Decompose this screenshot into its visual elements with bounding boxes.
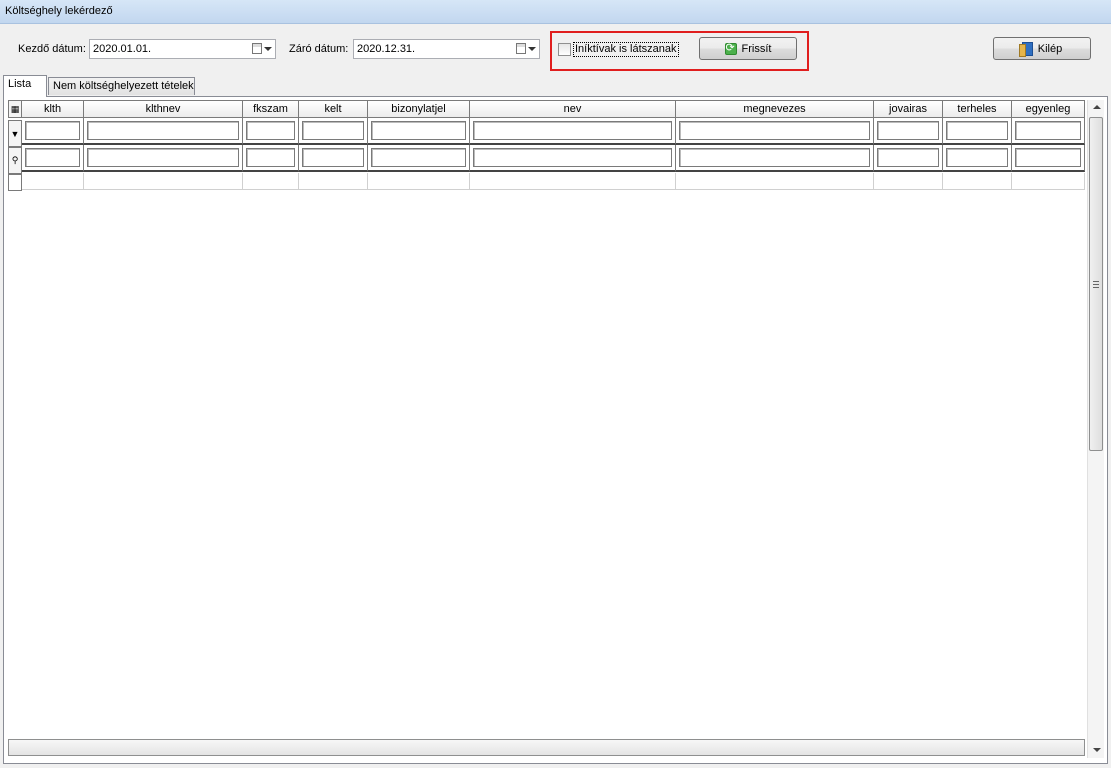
refresh-button[interactable]: Frissít bbox=[699, 37, 797, 60]
filter-input-megnevezes[interactable] bbox=[679, 121, 870, 140]
column-header-klth[interactable]: klth bbox=[22, 100, 84, 118]
column-header-kelt[interactable]: kelt bbox=[299, 100, 368, 118]
table-cell[interactable] bbox=[243, 173, 299, 190]
exit-button-label: Kilép bbox=[1037, 42, 1063, 55]
table-cell[interactable] bbox=[943, 173, 1012, 190]
tab-lista[interactable]: Lista bbox=[3, 75, 47, 97]
start-date-field[interactable]: 2020.01.01. bbox=[89, 39, 276, 59]
table-cell[interactable] bbox=[470, 173, 676, 190]
dropdown-arrow-icon bbox=[528, 47, 536, 51]
table-row[interactable] bbox=[8, 173, 1085, 190]
search-input-megnevezes[interactable] bbox=[679, 148, 870, 167]
calendar-icon bbox=[252, 43, 262, 54]
search-cell-jovairas[interactable] bbox=[874, 145, 943, 172]
filter-input-terheles[interactable] bbox=[946, 121, 1008, 140]
exit-button[interactable]: Kilép bbox=[993, 37, 1091, 60]
column-header-bizonylatjel[interactable]: bizonylatjel bbox=[368, 100, 470, 118]
dropdown-arrow-icon bbox=[264, 47, 272, 51]
column-headers: klth klthnev fkszam kelt bizonylatjel ne… bbox=[8, 100, 1085, 118]
search-cell-klth[interactable] bbox=[22, 145, 84, 172]
column-header-jovairas[interactable]: jovairas bbox=[874, 100, 943, 118]
table-cell[interactable] bbox=[368, 173, 470, 190]
filter-cell-klthnev[interactable] bbox=[84, 118, 243, 145]
scroll-up-arrow-icon[interactable] bbox=[1093, 105, 1101, 109]
search-input-klth[interactable] bbox=[25, 148, 80, 167]
start-date-label: Kezdő dátum: bbox=[18, 43, 86, 55]
tab-nem-koltseghelyezett[interactable]: Nem költséghelyezett tételek bbox=[48, 77, 195, 95]
search-input-terheles[interactable] bbox=[946, 148, 1008, 167]
end-date-value: 2020.12.31. bbox=[357, 43, 416, 55]
table-cell[interactable] bbox=[1012, 173, 1085, 190]
filter-cell-terheles[interactable] bbox=[943, 118, 1012, 145]
search-cell-egyenleg[interactable] bbox=[1012, 145, 1085, 172]
column-header-klthnev[interactable]: klthnev bbox=[84, 100, 243, 118]
search-cell-klthnev[interactable] bbox=[84, 145, 243, 172]
filter-cell-bizonylatjel[interactable] bbox=[368, 118, 470, 145]
end-date-field[interactable]: 2020.12.31. bbox=[353, 39, 540, 59]
refresh-button-label: Frissít bbox=[741, 42, 772, 55]
search-cell-nev[interactable] bbox=[470, 145, 676, 172]
filter-input-klth[interactable] bbox=[25, 121, 80, 140]
search-input-klthnev[interactable] bbox=[87, 148, 239, 167]
calendar-icon bbox=[516, 43, 526, 54]
filter-cell-megnevezes[interactable] bbox=[676, 118, 874, 145]
filter-input-egyenleg[interactable] bbox=[1015, 121, 1081, 140]
vertical-scrollbar[interactable] bbox=[1087, 100, 1104, 758]
filter-row bbox=[8, 118, 1085, 145]
column-header-egyenleg[interactable]: egyenleg bbox=[1012, 100, 1085, 118]
search-input-bizonylatjel[interactable] bbox=[371, 148, 466, 167]
table-cell[interactable] bbox=[874, 173, 943, 190]
search-cell-bizonylatjel[interactable] bbox=[368, 145, 470, 172]
filter-input-bizonylatjel[interactable] bbox=[371, 121, 466, 140]
data-grid[interactable]: ▦ ▼ ⚲ klth klthnev fkszam kelt bizonylat… bbox=[8, 100, 1085, 740]
filter-input-fkszam[interactable] bbox=[246, 121, 295, 140]
column-header-nev[interactable]: nev bbox=[470, 100, 676, 118]
filter-input-kelt[interactable] bbox=[302, 121, 364, 140]
end-date-label: Záró dátum: bbox=[289, 43, 349, 55]
refresh-icon bbox=[724, 41, 737, 55]
column-header-terheles[interactable]: terheles bbox=[943, 100, 1012, 118]
column-header-fkszam[interactable]: fkszam bbox=[243, 100, 299, 118]
start-date-picker-button[interactable] bbox=[252, 42, 272, 56]
search-cell-fkszam[interactable] bbox=[243, 145, 299, 172]
filter-cell-egyenleg[interactable] bbox=[1012, 118, 1085, 145]
search-cell-terheles[interactable] bbox=[943, 145, 1012, 172]
horizontal-scrollbar[interactable] bbox=[8, 739, 1085, 756]
filter-cell-jovairas[interactable] bbox=[874, 118, 943, 145]
search-input-fkszam[interactable] bbox=[246, 148, 295, 167]
search-cell-megnevezes[interactable] bbox=[676, 145, 874, 172]
filter-input-klthnev[interactable] bbox=[87, 121, 239, 140]
inactive-checkbox-label[interactable]: Iníktívak is látszanak bbox=[573, 42, 679, 57]
table-cell[interactable] bbox=[22, 173, 84, 190]
filter-cell-nev[interactable] bbox=[470, 118, 676, 145]
filter-input-nev[interactable] bbox=[473, 121, 672, 140]
scrollbar-grip-icon bbox=[1093, 281, 1099, 288]
search-row bbox=[8, 145, 1085, 172]
filter-cell-fkszam[interactable] bbox=[243, 118, 299, 145]
tab-panel: ▦ ▼ ⚲ klth klthnev fkszam kelt bizonylat… bbox=[3, 96, 1108, 764]
window-title: Költséghely lekérdező bbox=[0, 0, 1111, 24]
table-cell[interactable] bbox=[299, 173, 368, 190]
filter-input-jovairas[interactable] bbox=[877, 121, 939, 140]
search-input-jovairas[interactable] bbox=[877, 148, 939, 167]
search-input-kelt[interactable] bbox=[302, 148, 364, 167]
start-date-value: 2020.01.01. bbox=[93, 43, 152, 55]
search-cell-kelt[interactable] bbox=[299, 145, 368, 172]
table-cell[interactable] bbox=[84, 173, 243, 190]
scroll-down-arrow-icon[interactable] bbox=[1093, 748, 1101, 752]
column-header-megnevezes[interactable]: megnevezes bbox=[676, 100, 874, 118]
search-input-nev[interactable] bbox=[473, 148, 672, 167]
end-date-picker-button[interactable] bbox=[516, 42, 536, 56]
filter-cell-klth[interactable] bbox=[22, 118, 84, 145]
inactive-checkbox[interactable] bbox=[558, 43, 571, 56]
scrollbar-thumb[interactable] bbox=[1089, 117, 1103, 451]
filter-cell-kelt[interactable] bbox=[299, 118, 368, 145]
exit-door-icon bbox=[1018, 41, 1033, 57]
table-cell[interactable] bbox=[676, 173, 874, 190]
search-input-egyenleg[interactable] bbox=[1015, 148, 1081, 167]
